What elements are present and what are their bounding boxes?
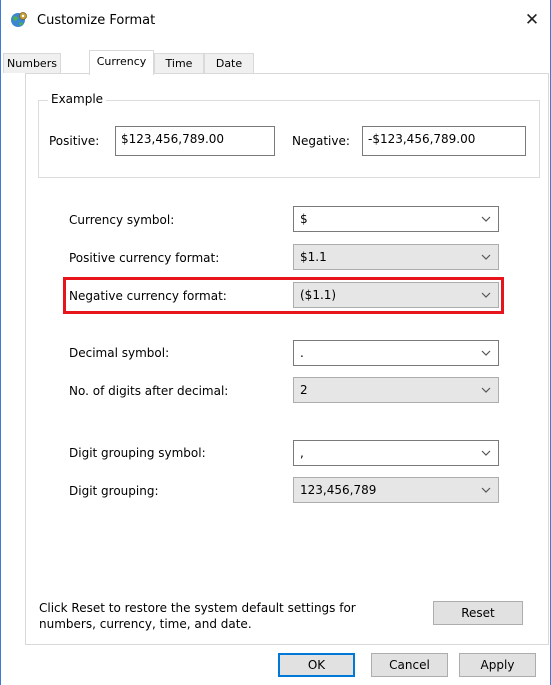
currency-symbol-dropdown[interactable]: $ <box>293 206 499 232</box>
positive-format-value: $1.1 <box>300 250 327 264</box>
chevron-down-icon <box>481 216 491 222</box>
close-button[interactable]: ✕ <box>514 6 550 34</box>
digit-grouping-symbol-value: , <box>300 446 304 460</box>
digits-after-decimal-label: No. of digits after decimal: <box>69 384 229 398</box>
digit-grouping-label: Digit grouping: <box>69 484 159 498</box>
chevron-down-icon <box>481 487 491 493</box>
example-legend: Example <box>48 92 107 106</box>
title-bar: Customize Format ✕ <box>1 0 550 40</box>
decimal-symbol-value: . <box>300 346 304 360</box>
digit-grouping-symbol-dropdown[interactable]: , <box>293 440 499 466</box>
negative-format-highlight-box <box>63 277 504 314</box>
negative-example-label: Negative: <box>292 134 350 148</box>
digits-after-decimal-dropdown[interactable]: 2 <box>293 377 499 403</box>
chevron-down-icon <box>481 254 491 260</box>
digit-grouping-value: 123,456,789 <box>300 483 377 497</box>
tab-currency[interactable]: Currency <box>89 50 154 75</box>
positive-format-dropdown[interactable]: $1.1 <box>293 244 499 270</box>
currency-symbol-value: $ <box>300 212 308 226</box>
digit-grouping-symbol-label: Digit grouping symbol: <box>69 446 206 460</box>
chevron-down-icon <box>481 350 491 356</box>
negative-example-field: -$123,456,789.00 <box>362 126 526 156</box>
tab-strip: Numbers Currency Time Date <box>1 50 550 75</box>
customize-format-window: Customize Format ✕ Numbers Currency Time… <box>0 0 551 685</box>
chevron-down-icon <box>481 387 491 393</box>
tab-time[interactable]: Time <box>154 53 204 73</box>
positive-example-field: $123,456,789.00 <box>115 126 275 156</box>
window-title: Customize Format <box>37 13 156 28</box>
positive-example-label: Positive: <box>49 134 100 148</box>
decimal-symbol-label: Decimal symbol: <box>69 346 170 360</box>
digit-grouping-dropdown[interactable]: 123,456,789 <box>293 477 499 503</box>
tab-date[interactable]: Date <box>204 53 254 73</box>
digits-after-decimal-value: 2 <box>300 383 308 397</box>
reset-instructions-text: Click Reset to restore the system defaul… <box>39 601 356 631</box>
currency-symbol-label: Currency symbol: <box>69 213 175 227</box>
positive-format-label: Positive currency format: <box>69 251 220 265</box>
chevron-down-icon <box>481 450 491 456</box>
decimal-symbol-dropdown[interactable]: . <box>293 340 499 366</box>
apply-button[interactable]: Apply <box>459 653 536 677</box>
ok-button[interactable]: OK <box>278 653 355 677</box>
reset-button[interactable]: Reset <box>433 601 523 625</box>
globe-cog-icon <box>10 11 28 29</box>
cancel-button[interactable]: Cancel <box>371 653 448 677</box>
tab-numbers[interactable]: Numbers <box>3 53 61 73</box>
